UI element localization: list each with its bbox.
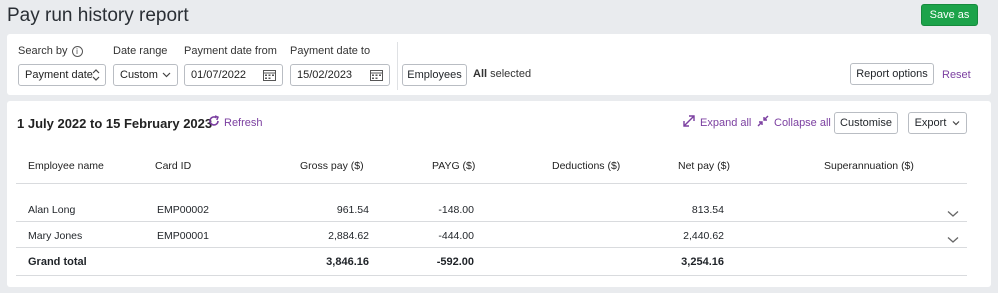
expand-all-button[interactable]: Expand all bbox=[683, 115, 751, 130]
row-divider bbox=[16, 247, 967, 248]
export-button[interactable]: Export bbox=[908, 112, 967, 134]
cell-payg: -444.00 bbox=[438, 230, 474, 242]
column-header-gross-pay: Gross pay ($) bbox=[300, 160, 364, 172]
payment-date-to-field: Payment date to 15/02/2023 bbox=[290, 43, 390, 86]
refresh-icon bbox=[208, 115, 220, 130]
employees-selection-status: All selected bbox=[473, 68, 531, 80]
updown-arrows-icon bbox=[92, 68, 100, 82]
payment-date-to-label: Payment date to bbox=[290, 45, 371, 57]
all-selected-bold: All bbox=[473, 68, 488, 80]
header-divider bbox=[16, 183, 967, 184]
collapse-all-label: Collapse all bbox=[774, 116, 831, 129]
cell-employee-name: Alan Long bbox=[28, 204, 76, 216]
info-icon[interactable]: i bbox=[71, 45, 83, 57]
payment-date-to-input[interactable]: 15/02/2023 bbox=[290, 64, 390, 86]
employees-button[interactable]: Employees bbox=[402, 64, 467, 86]
customise-button[interactable]: Customise bbox=[834, 112, 898, 134]
chevron-down-icon[interactable] bbox=[947, 205, 959, 217]
date-range-field: Date range Custom bbox=[113, 43, 178, 86]
reset-link[interactable]: Reset bbox=[942, 69, 971, 81]
all-selected-rest: selected bbox=[490, 68, 532, 80]
calendar-icon[interactable] bbox=[370, 69, 383, 84]
filter-panel: Search by i Payment date Date range Cust… bbox=[7, 34, 991, 95]
column-header-payg: PAYG ($) bbox=[432, 160, 476, 172]
grand-total-payg: -592.00 bbox=[436, 256, 474, 268]
report-panel: 1 July 2022 to 15 February 2023 Refresh … bbox=[7, 101, 991, 287]
column-header-employee-name: Employee name bbox=[28, 160, 104, 172]
column-header-deductions: Deductions ($) bbox=[552, 160, 621, 172]
expand-icon bbox=[683, 115, 695, 130]
search-by-field: Search by i Payment date bbox=[18, 43, 106, 86]
date-range-label: Date range bbox=[113, 45, 168, 57]
refresh-button[interactable]: Refresh bbox=[208, 115, 263, 130]
cell-gross-pay: 2,884.62 bbox=[328, 230, 369, 242]
cell-net-pay: 2,440.62 bbox=[683, 230, 724, 242]
grand-total-gross-pay: 3,846.16 bbox=[326, 256, 369, 268]
page-header: Pay run history report Save as bbox=[0, 0, 998, 34]
chevron-down-icon[interactable] bbox=[947, 231, 959, 243]
refresh-label: Refresh bbox=[224, 116, 263, 129]
payment-date-from-input[interactable]: 01/07/2022 bbox=[184, 64, 283, 86]
page-title: Pay run history report bbox=[7, 5, 189, 26]
cell-payg: -148.00 bbox=[438, 204, 474, 216]
column-header-net-pay: Net pay ($) bbox=[678, 160, 730, 172]
filter-divider bbox=[397, 42, 398, 90]
column-header-card-id: Card ID bbox=[155, 160, 192, 172]
calendar-icon[interactable] bbox=[263, 69, 276, 84]
search-by-select[interactable]: Payment date bbox=[18, 64, 106, 86]
search-by-value: Payment date bbox=[25, 69, 93, 81]
grand-total-label: Grand total bbox=[28, 256, 87, 268]
cell-net-pay: 813.54 bbox=[691, 204, 724, 216]
expand-all-label: Expand all bbox=[700, 116, 752, 129]
collapse-icon bbox=[757, 115, 769, 130]
report-options-button[interactable]: Report options bbox=[850, 63, 934, 85]
collapse-all-button[interactable]: Collapse all bbox=[757, 115, 831, 130]
report-date-range: 1 July 2022 to 15 February 2023 bbox=[17, 116, 213, 131]
row-divider bbox=[16, 275, 967, 276]
column-header-superannuation: Superannuation ($) bbox=[824, 160, 914, 172]
search-by-label: Search by bbox=[18, 45, 68, 57]
cell-employee-name: Mary Jones bbox=[28, 230, 83, 242]
date-range-value: Custom bbox=[120, 69, 158, 81]
chevron-down-icon bbox=[162, 70, 171, 81]
row-divider bbox=[16, 221, 967, 222]
payment-date-from-field: Payment date from 01/07/2022 bbox=[184, 43, 283, 86]
chevron-down-icon bbox=[952, 117, 960, 129]
payment-date-to-value: 15/02/2023 bbox=[297, 69, 353, 81]
cell-gross-pay: 961.54 bbox=[336, 204, 369, 216]
export-label: Export bbox=[914, 117, 947, 129]
grand-total-net-pay: 3,254.16 bbox=[681, 256, 724, 268]
payment-date-from-value: 01/07/2022 bbox=[191, 69, 247, 81]
cell-card-id: EMP00002 bbox=[157, 204, 209, 216]
date-range-select[interactable]: Custom bbox=[113, 64, 178, 86]
cell-card-id: EMP00001 bbox=[157, 230, 209, 242]
save-as-button[interactable]: Save as bbox=[921, 4, 978, 26]
payment-date-from-label: Payment date from bbox=[184, 45, 277, 57]
